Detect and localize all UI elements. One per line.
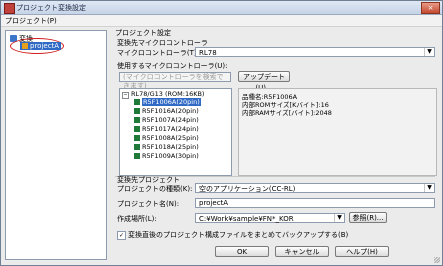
chip-icon <box>134 117 140 123</box>
device-item[interactable]: R5F1017A(24pin) <box>134 125 199 133</box>
device-item-label: R5F1017A(24pin) <box>142 125 199 133</box>
tree-node-project-label: projectA <box>30 42 60 50</box>
use-mcu-label: 使用するマイクロコントローラ(U): <box>117 62 228 70</box>
chevron-down-icon: ▼ <box>424 184 434 192</box>
location-value: C:¥Work¥sample¥FN*_KOR <box>199 215 294 223</box>
chip-icon <box>134 108 140 114</box>
help-button[interactable]: ヘルプ(H) <box>335 246 389 257</box>
project-name-input[interactable]: projectA <box>195 198 435 208</box>
location-select[interactable]: C:¥Work¥sample¥FN*_KOR ▼ <box>195 213 345 223</box>
device-item-label: R5F1007A(24pin) <box>142 116 199 124</box>
device-item[interactable]: R5F1018A(25pin) <box>134 143 199 151</box>
chip-icon <box>134 144 140 150</box>
title-bar: プロジェクト変換設定 × <box>1 1 442 15</box>
chip-icon <box>134 135 140 141</box>
project-type-label: プロジェクトの種類(K): <box>117 185 193 193</box>
project-tree[interactable]: 変換 projectA <box>5 30 107 260</box>
device-ram-size: 内部RAMサイズ[バイト]:2048 <box>242 109 332 117</box>
device-item[interactable]: R5F1007A(24pin) <box>134 116 199 124</box>
mcu-select[interactable]: RL78 ▼ <box>195 47 435 57</box>
device-item[interactable]: R5F1008A(25pin) <box>134 134 199 142</box>
device-item-label: R5F1018A(25pin) <box>142 143 199 151</box>
chevron-down-icon: ▼ <box>424 48 434 56</box>
device-list[interactable]: − RL78/G13 (ROM:16KB) R5F1006A(20pin) R5F… <box>119 88 232 176</box>
mcu-select-value: RL78 <box>199 49 217 57</box>
project-icon <box>22 43 28 49</box>
close-button[interactable]: × <box>421 2 440 14</box>
device-info-panel: 品種名:R5F1006A 内部ROMサイズ[Kバイト]:16 内部RAMサイズ[… <box>238 88 437 176</box>
project-settings-header: プロジェクト設定 <box>115 29 171 37</box>
device-item[interactable]: R5F1009A(30pin) <box>134 152 199 160</box>
cancel-button[interactable]: キャンセル <box>275 246 329 257</box>
project-name-label: プロジェクト名(N): <box>117 200 180 208</box>
chip-icon <box>134 153 140 159</box>
chip-icon <box>134 126 140 132</box>
settings-panel: プロジェクト設定 変換先マイクロコントローラ マイクロコントローラ(T): RL… <box>111 28 438 260</box>
device-item-label: R5F1016A(20pin) <box>142 107 199 115</box>
window-title: プロジェクト変換設定 <box>16 4 86 12</box>
project-type-value: 空のアプリケーション(CC-RL) <box>199 185 296 193</box>
resize-grip-icon[interactable] <box>434 257 440 263</box>
project-type-select[interactable]: 空のアプリケーション(CC-RL) ▼ <box>195 183 435 193</box>
browse-button[interactable]: 参照(R)... <box>349 212 387 223</box>
chip-icon <box>134 99 140 105</box>
device-item-label: R5F1008A(25pin) <box>142 134 199 142</box>
collapse-icon[interactable]: − <box>122 92 129 99</box>
device-item[interactable]: R5F1016A(20pin) <box>134 107 199 115</box>
backup-checkbox[interactable]: ✓ <box>117 231 126 240</box>
backup-label: 変換直後のプロジェクト構成ファイルをまとめてバックアップする(B) <box>128 231 349 239</box>
ok-button[interactable]: OK <box>215 246 269 257</box>
device-item[interactable]: R5F1006A(20pin) <box>134 98 201 106</box>
menu-bar: プロジェクト(P) <box>1 15 442 27</box>
update-button[interactable]: アップデート(U)... <box>238 71 290 92</box>
location-label: 作成場所(L): <box>117 215 157 223</box>
menu-project[interactable]: プロジェクト(P) <box>5 16 57 26</box>
mcu-search-input[interactable]: (マイクロコントローラを検索できます) <box>119 72 231 90</box>
device-item-label: R5F1009A(30pin) <box>142 152 199 160</box>
device-group-label: RL78/G13 (ROM:16KB) <box>131 90 205 98</box>
tree-node-project[interactable]: projectA <box>20 42 62 50</box>
project-convert-dialog: プロジェクト変換設定 × プロジェクト(P) 変換 projectA プロジェク… <box>0 0 443 266</box>
device-item-label: R5F1006A(20pin) <box>142 98 201 106</box>
chevron-down-icon: ▼ <box>334 214 344 222</box>
app-icon <box>4 3 15 14</box>
mcu-label: マイクロコントローラ(T): <box>117 49 199 57</box>
